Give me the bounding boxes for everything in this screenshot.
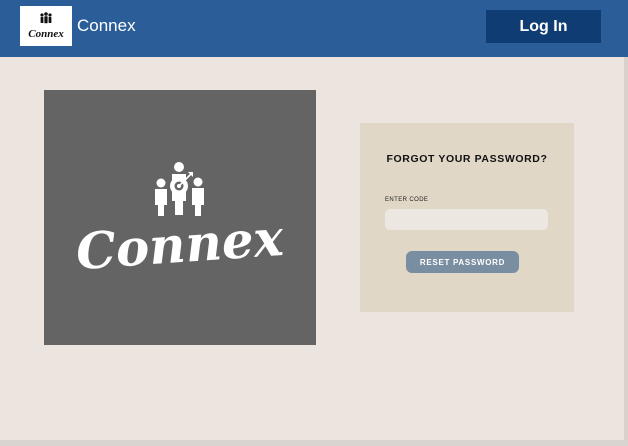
forgot-password-card: FORGOT YOUR PASSWORD? ENTER CODE RESET P… xyxy=(360,123,574,312)
header-bar: Connex Connex Log In xyxy=(0,0,628,57)
card-title: FORGOT YOUR PASSWORD? xyxy=(386,153,548,165)
login-button[interactable]: Log In xyxy=(486,10,601,43)
header-logo-wordmark: Connex xyxy=(28,28,64,40)
brand-name: Connex xyxy=(77,16,136,35)
header-logo-icon: Connex xyxy=(28,12,64,40)
reset-password-button[interactable]: RESET PASSWORD xyxy=(406,251,519,273)
hero-logo-panel: Connex xyxy=(44,90,316,345)
enter-code-label: ENTER CODE xyxy=(385,197,429,203)
team-target-icon xyxy=(155,162,204,216)
header-logo[interactable]: Connex xyxy=(20,6,72,46)
page-bottom-edge xyxy=(0,440,628,446)
code-input[interactable] xyxy=(385,209,548,230)
hero-wordmark: Connex xyxy=(74,208,286,281)
scrollbar-track[interactable] xyxy=(624,57,628,446)
